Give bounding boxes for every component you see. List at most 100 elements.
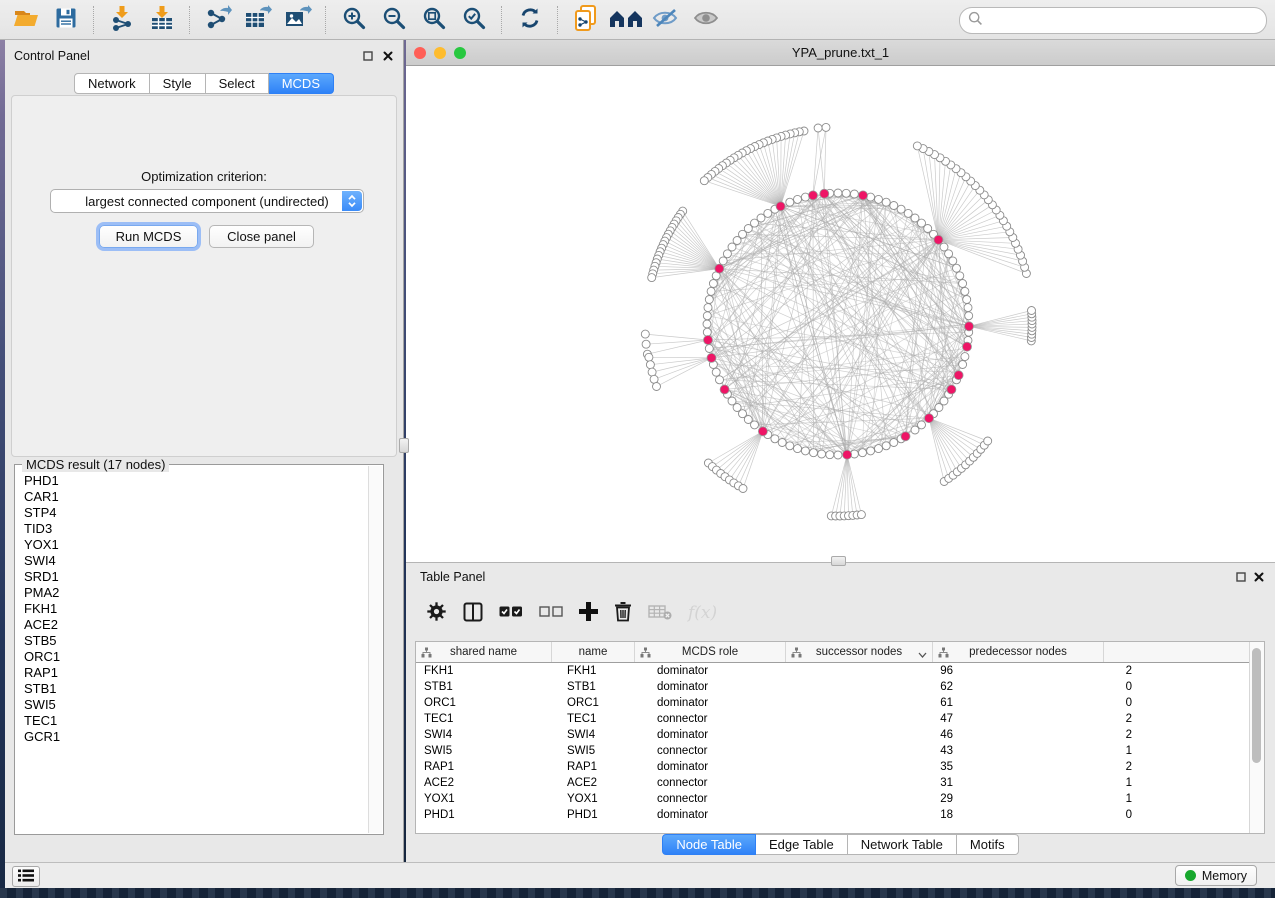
mcds-result-item[interactable]: GCR1 xyxy=(17,729,367,745)
network-window: YPA_prune.txt_1 xyxy=(406,40,1275,562)
table-row[interactable]: TEC1TEC1connector472 xyxy=(416,711,1264,727)
mcds-result-item[interactable]: STB5 xyxy=(17,633,367,649)
mcds-result-item[interactable]: FKH1 xyxy=(17,601,367,617)
task-history-button[interactable] xyxy=(12,866,40,887)
first-neighbors-button[interactable] xyxy=(608,3,644,37)
mcds-result-item[interactable]: SWI4 xyxy=(17,553,367,569)
save-session-button[interactable] xyxy=(48,3,84,37)
mcds-result-item[interactable]: ACE2 xyxy=(17,617,367,633)
criterion-dropdown[interactable]: largest connected component (undirected) xyxy=(50,189,364,213)
column-header-successor-nodes[interactable]: successor nodes xyxy=(786,642,933,662)
mcds-result-item[interactable]: ORC1 xyxy=(17,649,367,665)
memory-button[interactable]: Memory xyxy=(1175,865,1257,886)
select-all-rows-button[interactable] xyxy=(499,599,523,627)
delete-column-button[interactable] xyxy=(614,599,632,627)
show-columns-button[interactable] xyxy=(463,599,483,627)
mcds-result-item[interactable]: SRD1 xyxy=(17,569,367,585)
zoom-fit-button[interactable] xyxy=(416,3,452,37)
deselect-all-rows-button[interactable] xyxy=(539,599,563,627)
import-network-icon xyxy=(109,5,135,34)
tab-mcds[interactable]: MCDS xyxy=(269,73,334,94)
tab-node-table[interactable]: Node Table xyxy=(662,834,756,855)
table-cell: ACE2 xyxy=(559,777,649,789)
function-builder-button[interactable]: f(x) xyxy=(688,599,717,627)
mcds-result-item[interactable]: RAP1 xyxy=(17,665,367,681)
mcds-result-item[interactable]: YOX1 xyxy=(17,537,367,553)
tab-network-table[interactable]: Network Table xyxy=(848,834,957,855)
table-row[interactable]: FKH1FKH1dominator962 xyxy=(416,663,1264,679)
table-cell: 46 xyxy=(807,729,962,741)
mcds-result-item[interactable]: PMA2 xyxy=(17,585,367,601)
table-row[interactable]: RAP1RAP1dominator352 xyxy=(416,759,1264,775)
column-header-predecessor-nodes[interactable]: predecessor nodes xyxy=(933,642,1104,662)
zoom-out-button[interactable] xyxy=(376,3,412,37)
table-row[interactable]: YOX1YOX1connector291 xyxy=(416,791,1264,807)
tab-motifs[interactable]: Motifs xyxy=(957,834,1019,855)
vertical-splitter-grip[interactable] xyxy=(399,438,409,453)
close-table-panel-icon[interactable] xyxy=(1252,570,1266,584)
table-row[interactable]: PHD1PHD1dominator180 xyxy=(416,807,1264,823)
export-image-button[interactable] xyxy=(280,3,316,37)
memory-label: Memory xyxy=(1202,869,1247,883)
mcds-result-item[interactable]: TID3 xyxy=(17,521,367,537)
export-table-button[interactable] xyxy=(240,3,276,37)
sort-chevron-icon[interactable] xyxy=(918,649,927,661)
tab-edge-table[interactable]: Edge Table xyxy=(756,834,848,855)
import-network-button[interactable] xyxy=(104,3,140,37)
mcds-result-item[interactable]: STB1 xyxy=(17,681,367,697)
column-header-name[interactable]: name xyxy=(552,642,635,662)
zoom-in-button[interactable] xyxy=(336,3,372,37)
table-row[interactable]: STB1STB1dominator620 xyxy=(416,679,1264,695)
table-cell: TEC1 xyxy=(559,713,649,725)
mcds-result-item[interactable]: TEC1 xyxy=(17,713,367,729)
unchecked-boxes-icon xyxy=(539,606,563,621)
import-table-button[interactable] xyxy=(144,3,180,37)
mcds-result-list[interactable]: PHD1CAR1STP4TID3YOX1SWI4SRD1PMA2FKH1ACE2… xyxy=(17,473,367,830)
float-table-panel-icon[interactable] xyxy=(1234,570,1248,584)
add-column-button[interactable] xyxy=(579,599,598,627)
table-cell: 0 xyxy=(962,681,1141,693)
tab-select[interactable]: Select xyxy=(206,73,269,94)
hide-selected-button[interactable] xyxy=(648,3,684,37)
close-panel-button[interactable]: Close panel xyxy=(209,225,314,248)
table-scrollbar[interactable] xyxy=(1249,642,1264,833)
table-cell: 29 xyxy=(807,793,962,805)
toolbar-separator xyxy=(93,6,95,34)
table-cell: 62 xyxy=(807,681,962,693)
table-row[interactable]: ACE2ACE2connector311 xyxy=(416,775,1264,791)
network-graph[interactable] xyxy=(406,66,1275,560)
export-network-button[interactable] xyxy=(200,3,236,37)
mcds-result-item[interactable]: PHD1 xyxy=(17,473,367,489)
table-row[interactable]: SWI5SWI5connector431 xyxy=(416,743,1264,759)
close-panel-icon[interactable] xyxy=(381,49,395,63)
column-header-shared-name[interactable]: shared name xyxy=(416,642,552,662)
mcds-list-scrollbar[interactable] xyxy=(368,466,382,833)
open-session-button[interactable] xyxy=(8,3,44,37)
column-header-mcds-role[interactable]: MCDS role xyxy=(635,642,786,662)
table-cell: 18 xyxy=(807,809,962,821)
list-icon xyxy=(18,869,34,885)
horizontal-splitter-grip[interactable] xyxy=(831,556,846,566)
table-settings-button[interactable] xyxy=(426,599,447,627)
tab-style[interactable]: Style xyxy=(150,73,206,94)
refresh-view-button[interactable] xyxy=(512,3,548,37)
table-row[interactable]: SWI4SWI4dominator462 xyxy=(416,727,1264,743)
zoom-selected-button[interactable] xyxy=(456,3,492,37)
table-cell: connector xyxy=(649,777,807,789)
table-scrollbar-thumb[interactable] xyxy=(1252,648,1261,763)
search-input[interactable] xyxy=(983,10,1266,32)
copy-network-button[interactable] xyxy=(568,3,604,37)
mcds-result-item[interactable]: SWI5 xyxy=(17,697,367,713)
tab-network[interactable]: Network xyxy=(74,73,150,94)
table-cell: dominator xyxy=(649,809,807,821)
mcds-result-item[interactable]: CAR1 xyxy=(17,489,367,505)
float-panel-icon[interactable] xyxy=(361,49,375,63)
table-row[interactable]: ORC1ORC1dominator610 xyxy=(416,695,1264,711)
mcds-result-item[interactable]: STP4 xyxy=(17,505,367,521)
show-all-button[interactable] xyxy=(688,3,724,37)
table-cell: RAP1 xyxy=(416,761,559,773)
delete-table-icon xyxy=(648,604,672,623)
table-panel-title: Table Panel xyxy=(420,570,485,584)
delete-table-button[interactable] xyxy=(648,599,672,627)
run-mcds-button[interactable]: Run MCDS xyxy=(99,225,198,248)
